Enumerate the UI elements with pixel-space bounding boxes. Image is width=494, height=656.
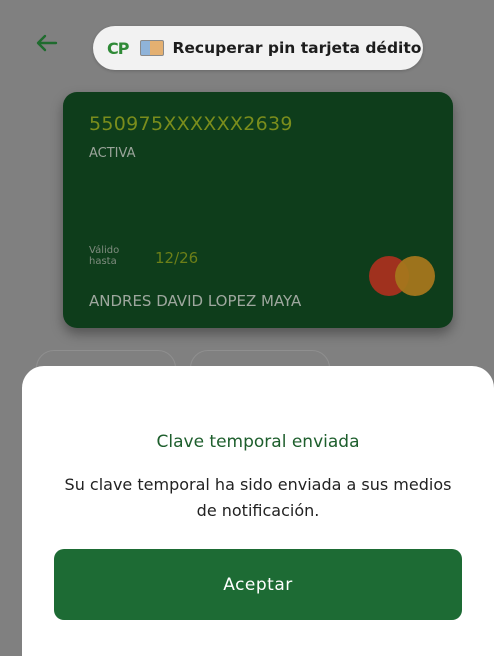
dialog-message: Su clave temporal ha sido enviada a sus … [64, 475, 452, 520]
back-arrow-icon[interactable] [34, 30, 62, 58]
header-title-pill: CP Recuperar pin tarjeta dédito [93, 26, 423, 70]
card-holder-name: ANDRES DAVID LOPEZ MAYA [89, 292, 302, 310]
dialog-title: Clave temporal enviada [156, 432, 360, 452]
mastercard-logo-icon [369, 256, 435, 296]
valid-label: Válido hasta [89, 245, 120, 267]
card-number: 550975XXXXXX2639 [89, 113, 293, 135]
accept-button[interactable]: Aceptar [54, 549, 462, 620]
confirmation-sheet: Clave temporal enviada Su clave temporal… [22, 366, 494, 656]
app-screen: CP Recuperar pin tarjeta dédito 550975XX… [0, 0, 494, 656]
debit-card: 550975XXXXXX2639 ACTIVA Válido hasta 12/… [63, 92, 453, 328]
card-status: ACTIVA [89, 146, 136, 161]
valid-date: 12/26 [155, 249, 199, 267]
page-title: Recuperar pin tarjeta dédito [172, 39, 422, 57]
card-icon [140, 40, 165, 56]
arrow-left-icon [36, 34, 58, 52]
cp-logo: CP [107, 38, 129, 58]
